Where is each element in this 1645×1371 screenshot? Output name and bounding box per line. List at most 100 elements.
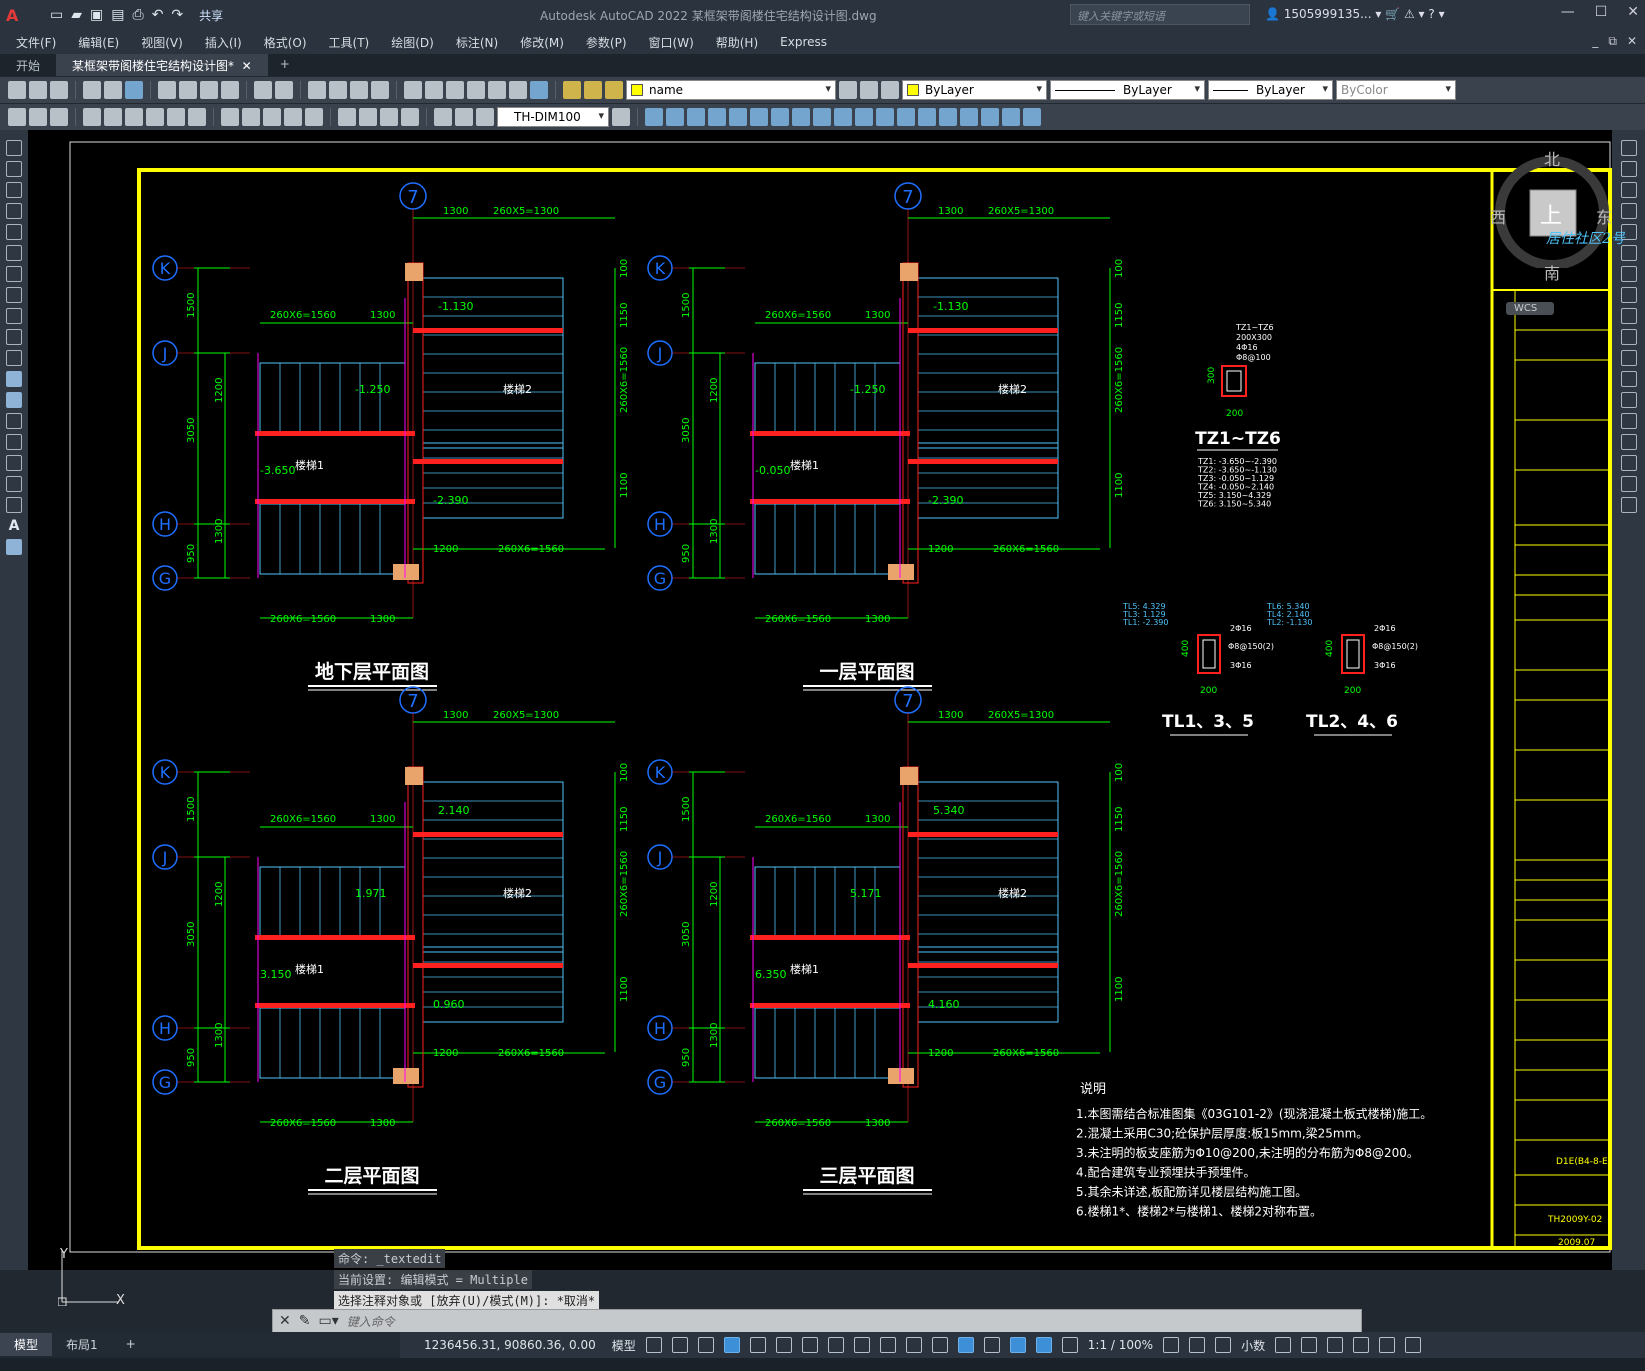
table-icon[interactable] — [6, 497, 22, 513]
dim-aligned-icon[interactable] — [50, 108, 68, 126]
undo-icon[interactable]: ↶ — [152, 7, 164, 23]
user-account[interactable]: 👤 1505999135... ▾ 🛒 ⚠ ▾ ? ▾ — [1265, 7, 1445, 21]
blend-icon[interactable] — [1620, 476, 1637, 492]
fillet-icon[interactable] — [1620, 455, 1637, 471]
dim-text-edit-icon[interactable] — [455, 108, 473, 126]
polyline-icon[interactable] — [6, 182, 22, 198]
menu-edit[interactable]: 编辑(E) — [78, 34, 119, 51]
explode-icon[interactable] — [1620, 497, 1637, 513]
tab-active-drawing[interactable]: 某框架带阁楼住宅结构设计图* ✕ — [56, 54, 268, 76]
menu-modify[interactable]: 修改(M) — [520, 34, 564, 51]
tab-start[interactable]: 开始 — [0, 54, 56, 76]
save-icon[interactable] — [50, 81, 68, 99]
dim-angular-icon[interactable] — [188, 108, 206, 126]
customization-icon[interactable] — [1405, 1337, 1422, 1353]
autocad-logo-icon[interactable]: A — [6, 4, 30, 26]
tangent-text-icon[interactable] — [750, 108, 768, 126]
plot-icon[interactable]: ⎙ — [132, 7, 143, 23]
design-center-icon[interactable] — [425, 81, 443, 99]
drawing-canvas[interactable]: D1E(B4-8-E)TH2009Y-022009.07结施D1EKJHG715… — [28, 130, 1612, 1270]
dim-jogged-icon[interactable] — [146, 108, 164, 126]
layer-dropdown[interactable]: name — [626, 80, 836, 100]
markup-icon[interactable] — [488, 81, 506, 99]
selection-filter-icon[interactable] — [983, 1337, 1000, 1353]
gradient-icon[interactable] — [6, 455, 22, 471]
dim-arc-icon[interactable] — [83, 108, 101, 126]
menu-format[interactable]: 格式(O) — [264, 34, 307, 51]
dim-baseline-icon[interactable] — [242, 108, 260, 126]
lock-ui-icon[interactable] — [1301, 1337, 1318, 1353]
redo-icon[interactable] — [275, 81, 293, 99]
color-dropdown[interactable]: ByLayer — [902, 80, 1047, 100]
hatch-icon[interactable] — [6, 434, 22, 450]
maximize-icon[interactable]: ☐ — [1595, 4, 1608, 20]
break-icon[interactable] — [1620, 392, 1637, 408]
viewcube-south[interactable]: 南 — [1544, 260, 1560, 284]
isodraft-icon[interactable] — [775, 1337, 792, 1353]
rotate-icon[interactable] — [1620, 266, 1637, 282]
selection-cycling-icon[interactable] — [905, 1337, 922, 1353]
tangent-block-icon[interactable] — [855, 108, 873, 126]
dim-diameter-icon[interactable] — [167, 108, 185, 126]
help-icon[interactable] — [530, 81, 548, 99]
3d-osnap-icon[interactable] — [931, 1337, 948, 1353]
properties-icon[interactable] — [404, 81, 422, 99]
ellipse-arc-icon[interactable] — [6, 350, 22, 366]
grid-icon[interactable] — [645, 1337, 662, 1353]
quick-dim-icon[interactable] — [221, 108, 239, 126]
tolerance-icon[interactable] — [338, 108, 356, 126]
preview-icon[interactable] — [104, 81, 122, 99]
tangent-stair-icon[interactable] — [729, 108, 747, 126]
doc-restore-icon[interactable]: ⧉ — [1608, 34, 1617, 49]
paste-icon[interactable] — [200, 81, 218, 99]
viewcube-west[interactable]: 西 — [1490, 204, 1506, 228]
viewcube-east[interactable]: 东 — [1596, 204, 1612, 228]
add-layout-button[interactable]: + — [112, 1334, 150, 1354]
model-space-toggle[interactable]: 模型 — [612, 1337, 636, 1354]
publish-icon[interactable] — [125, 81, 143, 99]
workspace-icon[interactable] — [1163, 1337, 1180, 1353]
ortho-icon[interactable] — [723, 1337, 740, 1353]
dim-radius-icon[interactable] — [125, 108, 143, 126]
make-block-icon[interactable] — [6, 392, 22, 408]
close-icon[interactable]: ✕ — [1627, 4, 1639, 20]
tangent-help-icon[interactable] — [981, 108, 999, 126]
tab-layout1[interactable]: 布局1 — [52, 1333, 112, 1356]
sheetset-icon[interactable] — [467, 81, 485, 99]
tool-palettes-icon[interactable] — [446, 81, 464, 99]
menu-view[interactable]: 视图(V) — [141, 34, 183, 51]
share-button[interactable]: 共享 — [199, 7, 223, 24]
dim-ordinate-icon[interactable] — [104, 108, 122, 126]
copy-icon[interactable] — [179, 81, 197, 99]
break-point-icon[interactable] — [1620, 371, 1637, 387]
tangent-3d-icon[interactable] — [960, 108, 978, 126]
layer-lock-icon[interactable] — [605, 81, 623, 99]
menu-help[interactable]: 帮助(H) — [716, 34, 758, 51]
mirror-icon[interactable] — [1620, 182, 1637, 198]
viewcube[interactable]: 北 南 西 东 上 — [1490, 148, 1612, 283]
polygon-icon[interactable] — [6, 203, 22, 219]
dimstyle-dropdown[interactable]: TH-DIM100 — [497, 107, 609, 127]
lineweight-icon[interactable] — [853, 1337, 870, 1353]
plotstyle-dropdown[interactable]: ByColor — [1336, 80, 1456, 100]
tab-close-icon[interactable]: ✕ — [242, 59, 252, 73]
osnap-icon[interactable] — [827, 1337, 844, 1353]
command-line[interactable]: ✕ ✎ ▭▾ 键入命令 — [272, 1309, 1362, 1333]
tab-model[interactable]: 模型 — [0, 1332, 53, 1356]
new-icon[interactable] — [8, 81, 26, 99]
layer-on-icon[interactable] — [563, 81, 581, 99]
layer-state-icon[interactable] — [881, 81, 899, 99]
dim-update-icon[interactable] — [476, 108, 494, 126]
tangent-plot-icon[interactable] — [918, 108, 936, 126]
annotation-visibility-icon[interactable] — [1035, 1337, 1052, 1353]
erase-icon[interactable] — [1620, 140, 1637, 156]
doc-close-icon[interactable]: ✕ — [1627, 34, 1637, 49]
command-input[interactable]: 键入命令 — [347, 1313, 395, 1330]
transparency-icon[interactable] — [879, 1337, 896, 1353]
calculator-icon[interactable] — [509, 81, 527, 99]
add-selected-icon[interactable] — [6, 539, 22, 555]
tangent-wall-icon[interactable] — [666, 108, 684, 126]
menu-insert[interactable]: 插入(I) — [205, 34, 242, 51]
region-icon[interactable] — [6, 476, 22, 492]
tangent-dim-icon[interactable] — [792, 108, 810, 126]
